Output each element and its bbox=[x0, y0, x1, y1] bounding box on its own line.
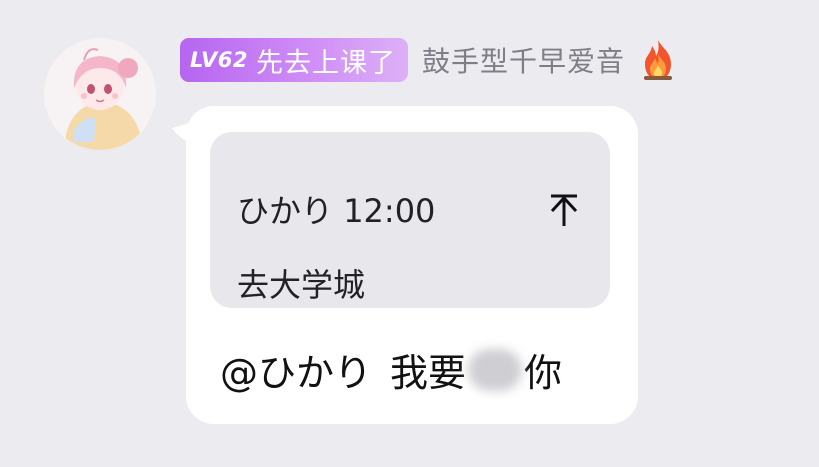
message-bubble[interactable]: ひかり 12:00 去大学城 @ひかり 我要 你 bbox=[186, 106, 638, 424]
quote-time: 12:00 bbox=[343, 192, 436, 230]
avatar[interactable] bbox=[44, 38, 156, 150]
mention[interactable]: @ひかり bbox=[220, 342, 372, 397]
message-text-part: 我要 bbox=[390, 351, 467, 395]
arrow-to-top-icon[interactable] bbox=[547, 192, 581, 228]
quote-text: 去大学城 bbox=[237, 266, 366, 304]
level-title: 先去上课了 bbox=[255, 47, 396, 79]
censored-blur bbox=[468, 348, 523, 391]
quote-author: ひかり bbox=[237, 192, 334, 230]
reply-quote[interactable]: ひかり 12:00 去大学城 bbox=[210, 132, 610, 308]
quote-header: ひかり 12:00 bbox=[237, 186, 435, 232]
sender-header: LV62 先去上课了 鼓手型千早爱音 bbox=[180, 38, 679, 82]
level-badge[interactable]: LV62 先去上课了 bbox=[180, 38, 408, 82]
sender-name[interactable]: 鼓手型千早爱音 bbox=[422, 40, 625, 80]
message-text-part: 你 bbox=[524, 351, 563, 395]
message-text: @ひかり 我要 你 bbox=[220, 342, 562, 397]
fire-icon bbox=[643, 40, 672, 80]
level-number: LV62 bbox=[190, 48, 248, 72]
